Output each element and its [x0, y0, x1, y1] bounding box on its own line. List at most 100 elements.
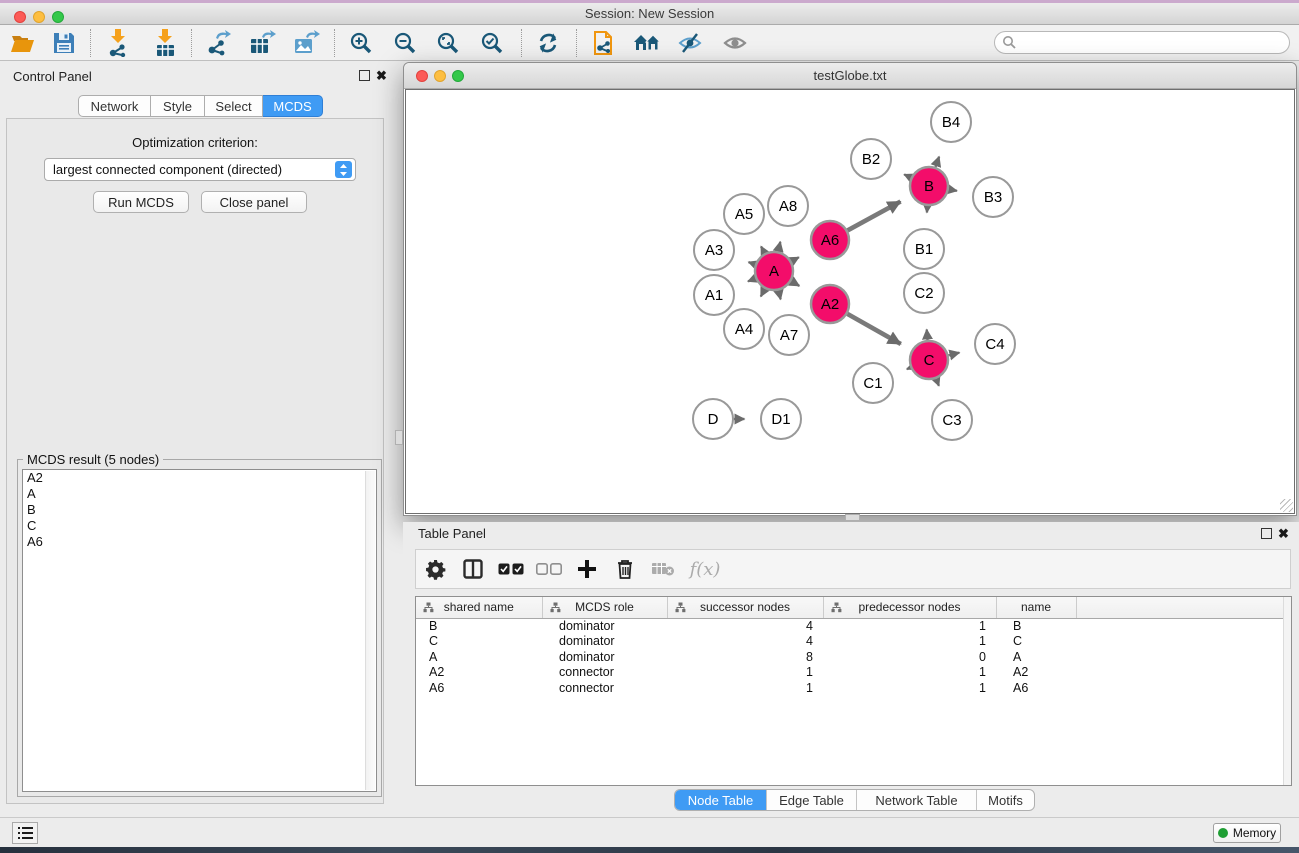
create-column-button[interactable]: [568, 560, 606, 578]
table-row[interactable]: A2connector11A2: [416, 665, 1291, 681]
show-task-history-button[interactable]: [12, 822, 38, 844]
graph-node-B4[interactable]: B4: [931, 102, 971, 142]
graph-node-D[interactable]: D: [693, 399, 733, 439]
function-builder-button[interactable]: f(x): [682, 559, 728, 580]
table-cell[interactable]: 1: [823, 634, 996, 650]
mcds-result-item[interactable]: A2: [23, 470, 376, 486]
show-column-panel-button[interactable]: [454, 559, 492, 579]
table-cell[interactable]: A: [416, 650, 542, 666]
export-table-button[interactable]: [244, 28, 280, 58]
graph-node-A6[interactable]: A6: [811, 221, 849, 259]
table-cell[interactable]: A: [996, 650, 1076, 666]
unselect-all-columns-button[interactable]: [530, 563, 568, 575]
mcds-result-item[interactable]: C: [23, 518, 376, 534]
export-image-button[interactable]: [288, 28, 324, 58]
float-table-panel-icon[interactable]: [1261, 528, 1272, 539]
edge-C-C3[interactable]: [936, 379, 939, 386]
table-cell[interactable]: 4: [667, 634, 823, 650]
tp-tab-node-table[interactable]: Node Table: [675, 790, 766, 810]
select-all-columns-button[interactable]: [492, 563, 530, 575]
graph-node-A7[interactable]: A7: [769, 315, 809, 355]
table-scrollbar[interactable]: [1283, 597, 1291, 785]
table-cell[interactable]: A2: [996, 665, 1076, 681]
save-session-button[interactable]: [46, 28, 82, 58]
cp-tab-style[interactable]: Style: [151, 95, 205, 117]
search-input[interactable]: [994, 31, 1290, 54]
graph-node-C4[interactable]: C4: [975, 324, 1015, 364]
graph-node-A8[interactable]: A8: [768, 186, 808, 226]
cp-tab-select[interactable]: Select: [205, 95, 263, 117]
mcds-result-item[interactable]: B: [23, 502, 376, 518]
delete-table-button[interactable]: [644, 561, 682, 577]
show-graphics-details-button[interactable]: [717, 28, 753, 58]
graph-node-A1[interactable]: A1: [694, 275, 734, 315]
table-cell[interactable]: 1: [667, 681, 823, 697]
edge-A-A7[interactable]: [779, 290, 781, 299]
network-window-titlebar[interactable]: testGlobe.txt: [404, 63, 1296, 89]
tp-tab-network-table[interactable]: Network Table: [856, 790, 976, 810]
column-header-mcds-role[interactable]: MCDS role: [542, 597, 667, 618]
export-network-button[interactable]: [200, 28, 236, 58]
graph-node-A2[interactable]: A2: [811, 285, 849, 323]
table-cell[interactable]: C: [416, 634, 542, 650]
graph-node-A[interactable]: A: [755, 252, 793, 290]
zoom-selected-button[interactable]: [474, 28, 510, 58]
graph-node-B2[interactable]: B2: [851, 139, 891, 179]
hide-graphics-details-button[interactable]: [672, 28, 708, 58]
close-panel-icon[interactable]: ✖: [376, 68, 387, 84]
memory-button[interactable]: Memory: [1213, 823, 1281, 843]
optimization-dropdown[interactable]: largest connected component (directed): [44, 158, 356, 181]
table-row[interactable]: Cdominator41C: [416, 634, 1291, 650]
zoom-out-button[interactable]: [387, 28, 423, 58]
mcds-result-item[interactable]: A: [23, 486, 376, 502]
table-cell[interactable]: A2: [416, 665, 542, 681]
open-session-button[interactable]: [6, 28, 42, 58]
table-cell[interactable]: 1: [823, 681, 996, 697]
table-cell[interactable]: 1: [823, 665, 996, 681]
table-cell[interactable]: A6: [996, 681, 1076, 697]
graph-node-C3[interactable]: C3: [932, 400, 972, 440]
column-header-name[interactable]: name: [996, 597, 1076, 618]
refresh-button[interactable]: [530, 28, 566, 58]
table-row[interactable]: A6connector11A6: [416, 681, 1291, 697]
edge-A6-B[interactable]: [848, 202, 901, 231]
import-table-button[interactable]: [147, 28, 183, 58]
zoom-fit-button[interactable]: [430, 28, 466, 58]
home-layouts-button[interactable]: [629, 28, 665, 58]
tp-tab-motifs[interactable]: Motifs: [976, 790, 1034, 810]
table-row[interactable]: Adominator80A: [416, 650, 1291, 666]
graph-node-D1[interactable]: D1: [761, 399, 801, 439]
new-network-from-file-button[interactable]: [587, 28, 623, 58]
edge-A-A2[interactable]: [791, 281, 799, 286]
edge-C-C2[interactable]: [927, 329, 928, 340]
graph-node-C1[interactable]: C1: [853, 363, 893, 403]
table-cell[interactable]: dominator: [542, 634, 667, 650]
list-scrollbar[interactable]: [365, 471, 375, 790]
cp-tab-network[interactable]: Network: [78, 95, 151, 117]
edge-A-A6[interactable]: [791, 257, 798, 261]
network-canvas[interactable]: B4B2BB3A5A8A6B1A3AA1A2C2A4A7C4CC1C3DD1: [405, 89, 1295, 514]
delete-column-button[interactable]: [606, 559, 644, 579]
graph-node-B[interactable]: B: [910, 167, 948, 205]
resize-grip-icon[interactable]: [1280, 499, 1293, 512]
edge-A-A8[interactable]: [778, 242, 780, 252]
table-cell[interactable]: 4: [667, 618, 823, 634]
table-row[interactable]: Bdominator41B: [416, 618, 1291, 634]
table-cell[interactable]: 0: [823, 650, 996, 666]
edge-C-C4[interactable]: [948, 353, 959, 356]
import-network-button[interactable]: [100, 28, 136, 58]
column-header-predecessor-nodes[interactable]: predecessor nodes: [823, 597, 996, 618]
table-cell[interactable]: B: [996, 618, 1076, 634]
horizontal-split-handle[interactable]: [845, 514, 860, 521]
edge-B-B1[interactable]: [927, 206, 928, 213]
column-header-shared-name[interactable]: shared name: [416, 597, 542, 618]
table-settings-button[interactable]: [416, 559, 454, 580]
mcds-result-list[interactable]: A2ABCA6: [22, 469, 377, 792]
edge-C-C1[interactable]: [907, 368, 911, 369]
edge-A-A4[interactable]: [761, 289, 765, 297]
table-cell[interactable]: 1: [823, 618, 996, 634]
edge-B-B2[interactable]: [904, 174, 911, 177]
edge-B-B3[interactable]: [949, 189, 957, 190]
edge-A-A5[interactable]: [761, 246, 765, 253]
tp-tab-edge-table[interactable]: Edge Table: [766, 790, 856, 810]
